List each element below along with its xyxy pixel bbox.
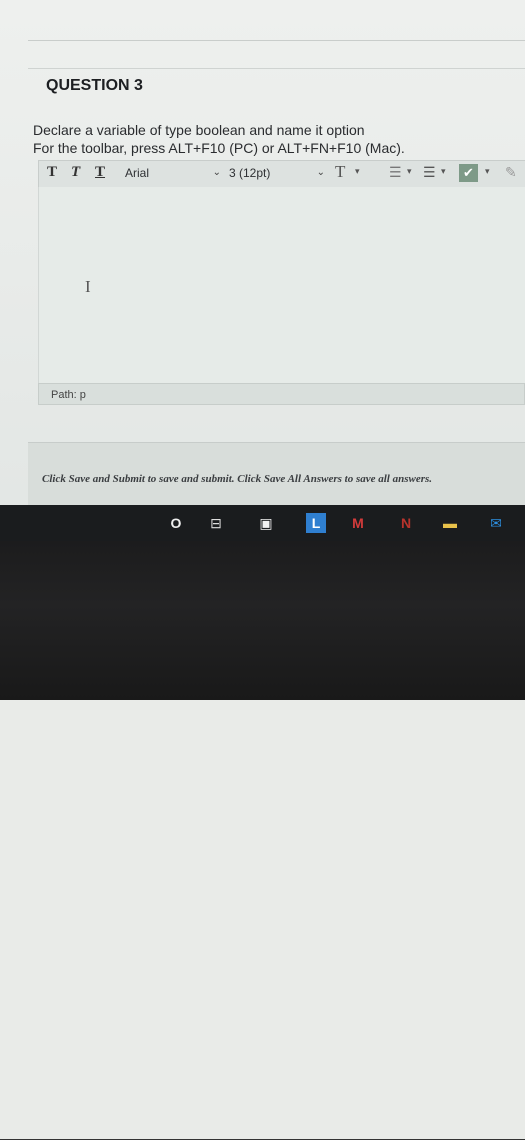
editor-toolbar: T T T Arial ⌄ 3 (12pt) ⌄ T ▾ ☰ ▾ ☰ ▾ ✔ ▾… — [38, 160, 525, 188]
font-family-select[interactable]: Arial ⌄ — [125, 163, 225, 183]
pen-icon[interactable]: ✎ — [505, 164, 517, 181]
font-family-value: Arial — [125, 166, 150, 180]
mail2-icon[interactable]: ✉ — [486, 513, 506, 533]
submit-instructions: Click Save and Submit to save and submit… — [42, 473, 433, 485]
chevron-down-icon: ⌄ — [212, 167, 221, 178]
bold-button[interactable]: T — [47, 164, 57, 181]
submit-instructions-box: Click Save and Submit to save and submit… — [28, 442, 525, 507]
numbered-list-icon[interactable]: ☰ — [423, 164, 436, 181]
text-color-button[interactable]: T — [335, 162, 345, 182]
toolbar-hint: For the toolbar, press ALT+F10 (PC) or A… — [33, 140, 405, 156]
os-taskbar: O ⊟ ▣ L M N ▬ ✉ — [0, 505, 525, 541]
app-l-icon[interactable]: L — [306, 513, 326, 533]
answer-editor[interactable]: I — [38, 187, 525, 383]
bullet-list-icon[interactable]: ☰ — [389, 164, 402, 181]
underline-button[interactable]: T — [95, 164, 105, 181]
search-icon[interactable]: O — [166, 513, 186, 533]
file-explorer-icon[interactable]: ▬ — [440, 513, 460, 533]
italic-button[interactable]: T — [71, 164, 80, 181]
divider — [28, 68, 525, 69]
text-cursor-icon: I — [85, 277, 91, 296]
browser-page: QUESTION 3 Declare a variable of type bo… — [0, 0, 525, 540]
dropdown-arrow-icon[interactable]: ▾ — [407, 166, 412, 177]
question-body: Declare a variable of type boolean and n… — [33, 121, 405, 157]
question-prompt: Declare a variable of type boolean and n… — [33, 122, 365, 138]
chevron-down-icon: ⌄ — [316, 167, 325, 178]
dropdown-arrow-icon[interactable]: ▾ — [355, 166, 360, 177]
task-view-icon[interactable]: ⊟ — [206, 513, 226, 533]
dropdown-arrow-icon[interactable]: ▾ — [441, 166, 446, 177]
divider — [28, 40, 525, 41]
monitor-bezel — [0, 541, 525, 1140]
mail-icon[interactable]: M — [348, 513, 368, 533]
font-size-select[interactable]: 3 (12pt) ⌄ — [229, 163, 329, 183]
app-n-icon[interactable]: N — [396, 513, 416, 533]
font-size-value: 3 (12pt) — [229, 166, 271, 180]
dropdown-arrow-icon[interactable]: ▾ — [485, 166, 490, 177]
spellcheck-icon[interactable]: ✔ — [459, 164, 478, 182]
path-status: Path: p — [38, 383, 525, 405]
store-icon[interactable]: ▣ — [256, 513, 276, 533]
question-title: QUESTION 3 — [46, 77, 143, 94]
